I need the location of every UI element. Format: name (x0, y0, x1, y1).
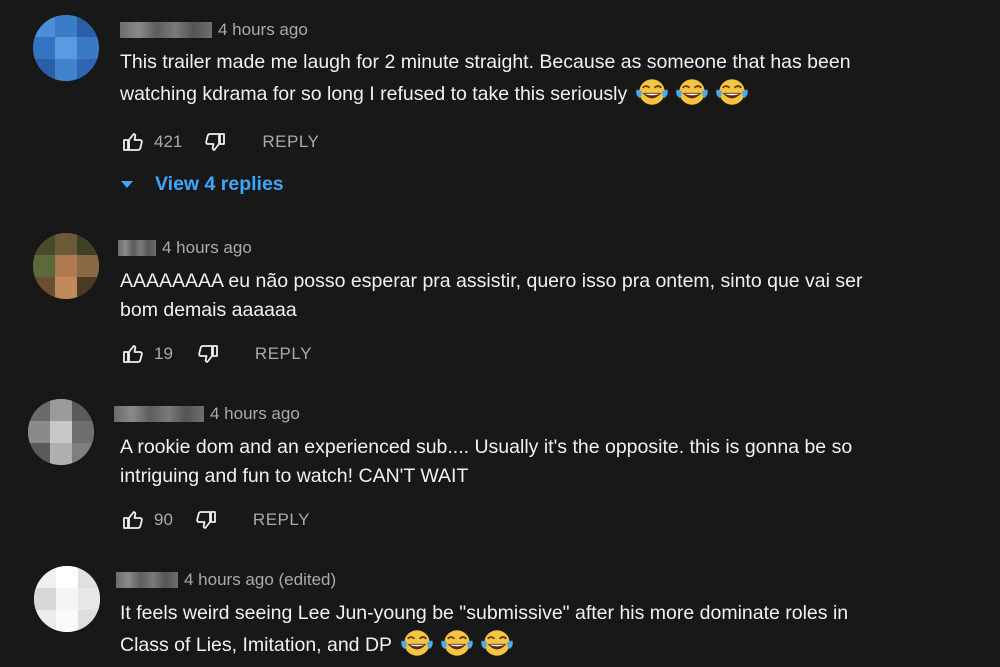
comment-actions: 90 REPLY (120, 507, 310, 533)
comment-line-with-emoji: watching kdrama for so long I refused to… (120, 77, 851, 109)
face-with-tears-of-joy-icon (675, 77, 709, 107)
comment-line-with-emoji: Class of Lies, Imitation, and DP (120, 628, 848, 660)
like-button[interactable] (120, 129, 146, 155)
reply-button[interactable]: REPLY (262, 132, 319, 152)
like-button[interactable] (120, 507, 146, 533)
dislike-button[interactable] (202, 129, 228, 155)
comment-text: This trailer made me laugh for 2 minute … (120, 48, 851, 109)
comment-line: Class of Lies, Imitation, and DP (120, 634, 393, 656)
like-button[interactable] (120, 341, 146, 367)
like-count: 90 (154, 510, 173, 529)
face-with-tears-of-joy-icon (480, 628, 514, 658)
caret-down-icon (121, 181, 133, 188)
like-count: 19 (154, 344, 173, 363)
dislike-button[interactable] (195, 341, 221, 367)
author-name-redacted[interactable] (114, 406, 204, 422)
comment-line: AAAAAAAA eu não posso esperar pra assist… (120, 270, 863, 292)
face-with-tears-of-joy-icon (715, 77, 749, 107)
avatar[interactable] (33, 233, 99, 299)
view-replies-label: View 4 replies (155, 173, 284, 195)
timestamp[interactable]: 4 hours ago (162, 238, 252, 258)
comment-header: 4 hours ago (114, 403, 300, 425)
thumbs-down-icon (196, 342, 220, 366)
thumbs-up-icon (121, 342, 145, 366)
comment-header: 4 hours ago (118, 237, 252, 259)
avatar[interactable] (34, 566, 100, 632)
reply-button[interactable]: REPLY (253, 510, 310, 530)
comment-line: bom demais aaaaaa (120, 299, 297, 321)
thumbs-up-icon (121, 508, 145, 532)
timestamp[interactable]: 4 hours ago (210, 404, 300, 424)
emoji-group (400, 628, 514, 658)
face-with-tears-of-joy-icon (400, 628, 434, 658)
comment-line: A rookie dom and an experienced sub.... … (120, 436, 853, 458)
avatar[interactable] (28, 399, 94, 465)
timestamp[interactable]: 4 hours ago (edited) (184, 570, 336, 590)
dislike-button[interactable] (193, 507, 219, 533)
reply-button[interactable]: REPLY (255, 344, 312, 364)
view-replies-button[interactable]: View 4 replies (121, 173, 284, 196)
author-name-redacted[interactable] (120, 22, 212, 38)
comment-line: intriguing and fun to watch! CAN'T WAIT (120, 465, 469, 487)
face-with-tears-of-joy-icon (635, 77, 669, 107)
thumbs-down-icon (203, 130, 227, 154)
avatar[interactable] (33, 15, 99, 81)
comment-actions: 19 REPLY (120, 341, 312, 367)
comment-actions: 421 REPLY (120, 129, 319, 155)
comment-line: watching kdrama for so long I refused to… (120, 83, 628, 105)
emoji-group (635, 77, 749, 107)
comment-text: It feels weird seeing Lee Jun-young be "… (120, 599, 848, 660)
author-name-redacted[interactable] (118, 240, 156, 256)
thumbs-up-icon (121, 130, 145, 154)
comment-line: This trailer made me laugh for 2 minute … (120, 51, 851, 73)
thumbs-down-icon (194, 508, 218, 532)
comment-text: AAAAAAAA eu não posso esperar pra assist… (120, 267, 863, 325)
comment-header: 4 hours ago (edited) (116, 569, 336, 591)
comment-line: It feels weird seeing Lee Jun-young be "… (120, 602, 849, 624)
author-name-redacted[interactable] (116, 572, 178, 588)
comment-header: 4 hours ago (120, 19, 308, 41)
like-count: 421 (154, 132, 183, 151)
comment-text: A rookie dom and an experienced sub.... … (120, 433, 852, 491)
timestamp[interactable]: 4 hours ago (218, 20, 308, 40)
face-with-tears-of-joy-icon (440, 628, 474, 658)
